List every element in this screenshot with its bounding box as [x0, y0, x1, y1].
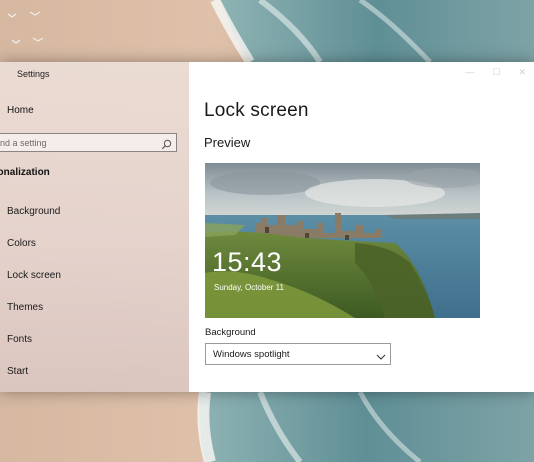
sidebar-item-label: Lock screen — [7, 270, 61, 281]
sidebar-item-label: Fonts — [7, 334, 33, 345]
window-title: Settings — [17, 69, 50, 79]
search-placeholder: ind a setting — [0, 138, 47, 148]
sidebar-item-label: Background — [7, 206, 61, 217]
sidebar-item-home[interactable]: Home — [0, 98, 189, 122]
sidebar-item-label: Start — [7, 366, 29, 377]
sidebar-item-fonts[interactable]: Fonts — [0, 328, 189, 352]
window-controls: — ☐ ✕ — [465, 67, 526, 78]
minimize-button[interactable]: — — [465, 67, 474, 78]
sidebar-item-label: Themes — [7, 302, 44, 313]
sidebar-item-themes[interactable]: Themes — [0, 296, 189, 320]
settings-content: — ☐ ✕ Lock screen Preview 15:43 Sunday, … — [189, 62, 534, 392]
close-button[interactable]: ✕ — [518, 67, 526, 78]
sidebar-item-label: Home — [7, 104, 34, 116]
preview-heading: Preview — [204, 135, 251, 150]
background-label: Background — [205, 327, 256, 338]
sidebar-item-lock-screen[interactable]: Lock screen — [0, 264, 189, 288]
page-title: Lock screen — [204, 100, 309, 121]
lock-screen-preview: 15:43 Sunday, October 11 — [205, 163, 480, 318]
search-input[interactable]: ind a setting — [0, 133, 177, 152]
sidebar-item-colors[interactable]: Colors — [0, 232, 189, 256]
chevron-down-icon — [376, 349, 386, 360]
sidebar-item-start[interactable]: Start — [0, 360, 189, 384]
sidebar-item-label: Colors — [7, 238, 36, 249]
sidebar-item-background[interactable]: Background — [0, 200, 189, 224]
settings-window: Settings Home ind a setting sonalization… — [0, 62, 534, 392]
preview-image — [205, 163, 480, 318]
preview-clock: 15:43 — [212, 247, 283, 277]
background-dropdown[interactable]: Windows spotlight — [205, 343, 391, 365]
preview-date: Sunday, October 11 — [214, 283, 284, 292]
background-dropdown-value: Windows spotlight — [213, 349, 290, 360]
search-icon[interactable] — [161, 137, 172, 150]
settings-sidebar: Settings Home ind a setting sonalization… — [0, 62, 189, 392]
maximize-button[interactable]: ☐ — [492, 67, 500, 78]
section-title: sonalization — [0, 167, 50, 178]
